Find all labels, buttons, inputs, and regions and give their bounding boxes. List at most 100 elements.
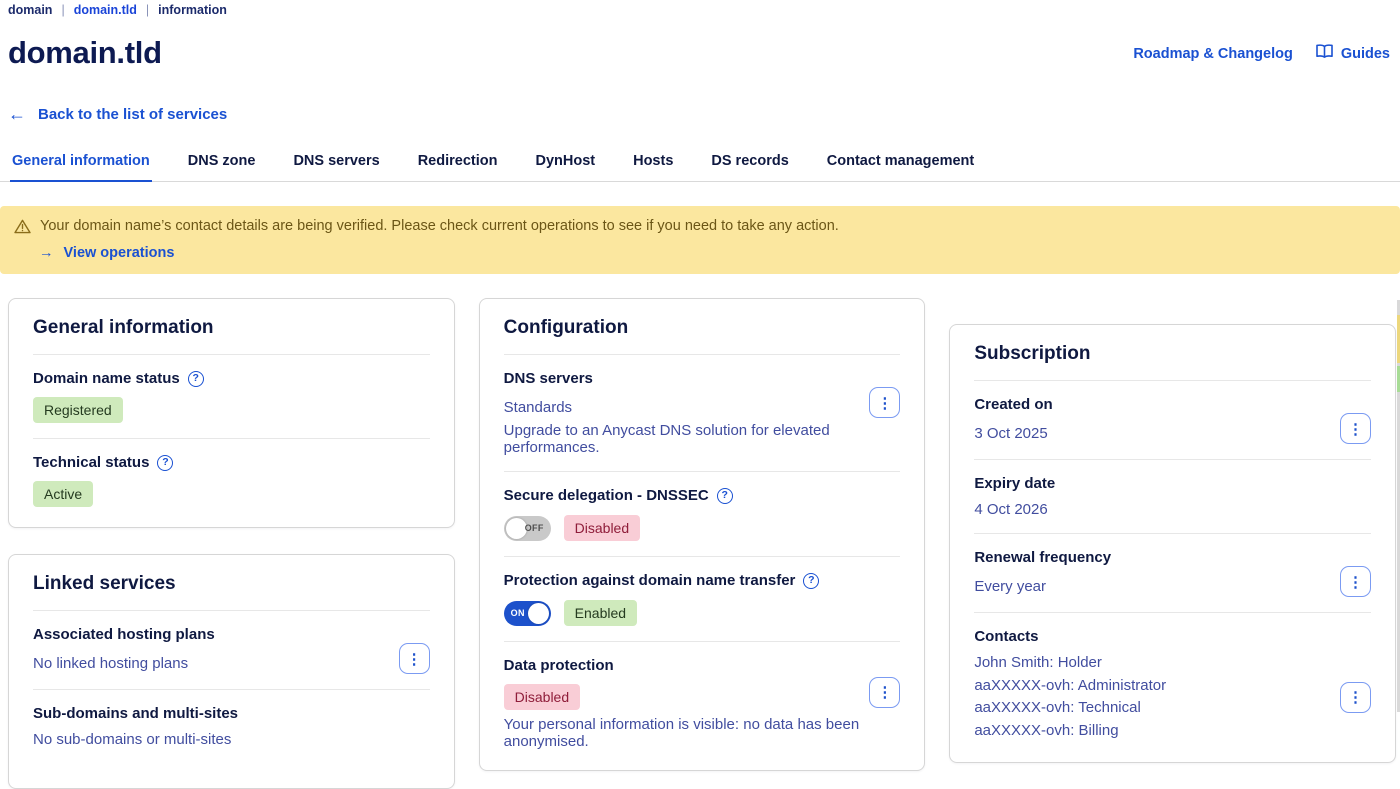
tab-ds-records[interactable]: DS records bbox=[709, 145, 790, 181]
expiry-date-row: Expiry date 4 Oct 2026 bbox=[974, 475, 1371, 518]
dnssec-label: Secure delegation - DNSSEC bbox=[504, 487, 709, 504]
breadcrumb-item-domain[interactable]: domain bbox=[8, 3, 52, 17]
roadmap-changelog-label: Roadmap & Changelog bbox=[1133, 46, 1293, 62]
domain-name-status-label: Domain name status bbox=[33, 370, 180, 387]
transfer-protection-row: Protection against domain name transfer … bbox=[504, 572, 901, 626]
breadcrumb: domain | domain.tld | information bbox=[0, 0, 1400, 17]
header-links: Roadmap & Changelog Guides bbox=[1133, 44, 1390, 63]
back-arrow-icon: ← bbox=[8, 105, 26, 123]
breadcrumb-separator: | bbox=[146, 3, 149, 17]
status-badge: Registered bbox=[33, 397, 123, 423]
row-label-wrap: Secure delegation - DNSSEC ? bbox=[504, 487, 901, 504]
help-icon[interactable]: ? bbox=[157, 455, 173, 471]
divider bbox=[504, 556, 901, 557]
tab-dynhost[interactable]: DynHost bbox=[533, 145, 597, 181]
transfer-protection-toggle-row: ON Enabled bbox=[504, 600, 901, 626]
transfer-protection-label: Protection against domain name transfer bbox=[504, 572, 796, 589]
dns-servers-label: DNS servers bbox=[504, 370, 901, 387]
contacts-row: Contacts John Smith: Holder aaXXXXX-ovh:… bbox=[974, 628, 1371, 742]
banner-message-row: Your domain name’s contact details are b… bbox=[14, 218, 1384, 238]
divider bbox=[33, 354, 430, 355]
help-icon[interactable]: ? bbox=[188, 371, 204, 387]
divider bbox=[974, 459, 1371, 460]
technical-status-row: Technical status ? Active bbox=[33, 454, 430, 507]
expiry-date-value: 4 Oct 2026 bbox=[974, 501, 1371, 518]
guides-link[interactable]: Guides bbox=[1315, 44, 1390, 63]
contact-billing: aaXXXXX-ovh: Billing bbox=[974, 720, 1166, 743]
domain-name-status-row: Domain name status ? Registered bbox=[33, 370, 430, 423]
dnssec-row: Secure delegation - DNSSEC ? OFF Disable… bbox=[504, 487, 901, 541]
divider bbox=[504, 354, 901, 355]
divider bbox=[974, 380, 1371, 381]
dns-servers-value: Standards bbox=[504, 399, 572, 416]
transfer-protection-status-badge: Enabled bbox=[564, 600, 637, 626]
help-icon[interactable]: ? bbox=[717, 488, 733, 504]
transfer-protection-toggle[interactable]: ON bbox=[504, 601, 551, 626]
row-label-wrap: Domain name status ? bbox=[33, 370, 430, 387]
dns-servers-row: DNS servers Standards ⋮ Upgrade to an An… bbox=[504, 370, 901, 456]
dnssec-toggle-row: OFF Disabled bbox=[504, 515, 901, 541]
sub-domains-value: No sub-domains or multi-sites bbox=[33, 731, 430, 748]
tab-dns-zone[interactable]: DNS zone bbox=[186, 145, 258, 181]
divider bbox=[504, 471, 901, 472]
page-header: domain.tld Roadmap & Changelog Guides bbox=[0, 17, 1400, 71]
renewal-frequency-label: Renewal frequency bbox=[974, 549, 1371, 566]
card-title: Configuration bbox=[504, 317, 901, 339]
expiry-date-label: Expiry date bbox=[974, 475, 1371, 492]
data-protection-menu-button[interactable]: ⋮ bbox=[869, 677, 900, 708]
toggle-knob bbox=[528, 603, 549, 624]
data-protection-description: Your personal information is visible: no… bbox=[504, 716, 901, 750]
back-to-services-link[interactable]: ← Back to the list of services bbox=[8, 105, 1400, 123]
divider bbox=[974, 533, 1371, 534]
contact-administrator: aaXXXXX-ovh: Administrator bbox=[974, 675, 1166, 698]
cards-grid: General information Domain name status ?… bbox=[8, 298, 1396, 789]
verification-warning-banner: Your domain name’s contact details are b… bbox=[0, 206, 1400, 274]
view-operations-link[interactable]: → View operations bbox=[39, 245, 1384, 261]
tab-dns-servers[interactable]: DNS servers bbox=[291, 145, 381, 181]
tab-hosts[interactable]: Hosts bbox=[631, 145, 675, 181]
contacts-label: Contacts bbox=[974, 628, 1371, 645]
breadcrumb-item-information: information bbox=[158, 3, 227, 17]
value-row: Disabled ⋮ bbox=[504, 674, 901, 710]
contact-holder: John Smith: Holder bbox=[974, 652, 1166, 675]
guides-label: Guides bbox=[1341, 46, 1390, 62]
help-icon[interactable]: ? bbox=[803, 573, 819, 589]
roadmap-changelog-link[interactable]: Roadmap & Changelog bbox=[1133, 46, 1293, 62]
row-label-wrap: Technical status ? bbox=[33, 454, 430, 471]
view-operations-label: View operations bbox=[64, 245, 175, 261]
data-protection-row: Data protection Disabled ⋮ Your personal… bbox=[504, 657, 901, 750]
associated-hosting-plans-label: Associated hosting plans bbox=[33, 626, 430, 643]
created-on-row: Created on 3 Oct 2025 ⋮ bbox=[974, 396, 1371, 444]
tab-contact-management[interactable]: Contact management bbox=[825, 145, 976, 181]
back-link-label: Back to the list of services bbox=[38, 106, 227, 123]
dnssec-status-badge: Disabled bbox=[564, 515, 640, 541]
toggle-state-label: ON bbox=[511, 608, 525, 618]
renewal-frequency-menu-button[interactable]: ⋮ bbox=[1340, 566, 1371, 597]
value-row: Every year ⋮ bbox=[974, 566, 1371, 597]
status-badge: Active bbox=[33, 481, 93, 507]
value-row: Standards ⋮ bbox=[504, 387, 901, 418]
subscription-card: Subscription Created on 3 Oct 2025 ⋮ Exp… bbox=[949, 324, 1396, 763]
value-row: No linked hosting plans ⋮ bbox=[33, 643, 430, 674]
created-on-menu-button[interactable]: ⋮ bbox=[1340, 413, 1371, 444]
contact-technical: aaXXXXX-ovh: Technical bbox=[974, 697, 1166, 720]
toggle-state-label: OFF bbox=[525, 523, 544, 533]
created-on-label: Created on bbox=[974, 396, 1371, 413]
breadcrumb-item-domain-tld[interactable]: domain.tld bbox=[74, 3, 137, 17]
data-protection-status-badge: Disabled bbox=[504, 684, 580, 710]
page-title: domain.tld bbox=[8, 35, 162, 71]
dns-servers-description: Upgrade to an Anycast DNS solution for e… bbox=[504, 422, 901, 456]
tab-general-information[interactable]: General information bbox=[10, 145, 152, 181]
column-left: General information Domain name status ?… bbox=[8, 298, 455, 789]
dns-servers-menu-button[interactable]: ⋮ bbox=[869, 387, 900, 418]
associated-hosting-plans-row: Associated hosting plans No linked hosti… bbox=[33, 626, 430, 674]
divider bbox=[974, 612, 1371, 613]
contacts-menu-button[interactable]: ⋮ bbox=[1340, 682, 1371, 713]
hosting-plans-menu-button[interactable]: ⋮ bbox=[399, 643, 430, 674]
divider bbox=[33, 689, 430, 690]
tab-redirection[interactable]: Redirection bbox=[416, 145, 500, 181]
dnssec-toggle[interactable]: OFF bbox=[504, 516, 551, 541]
arrow-right-icon: → bbox=[39, 245, 54, 261]
data-protection-label: Data protection bbox=[504, 657, 901, 674]
tab-bar: General information DNS zone DNS servers… bbox=[0, 145, 1400, 182]
